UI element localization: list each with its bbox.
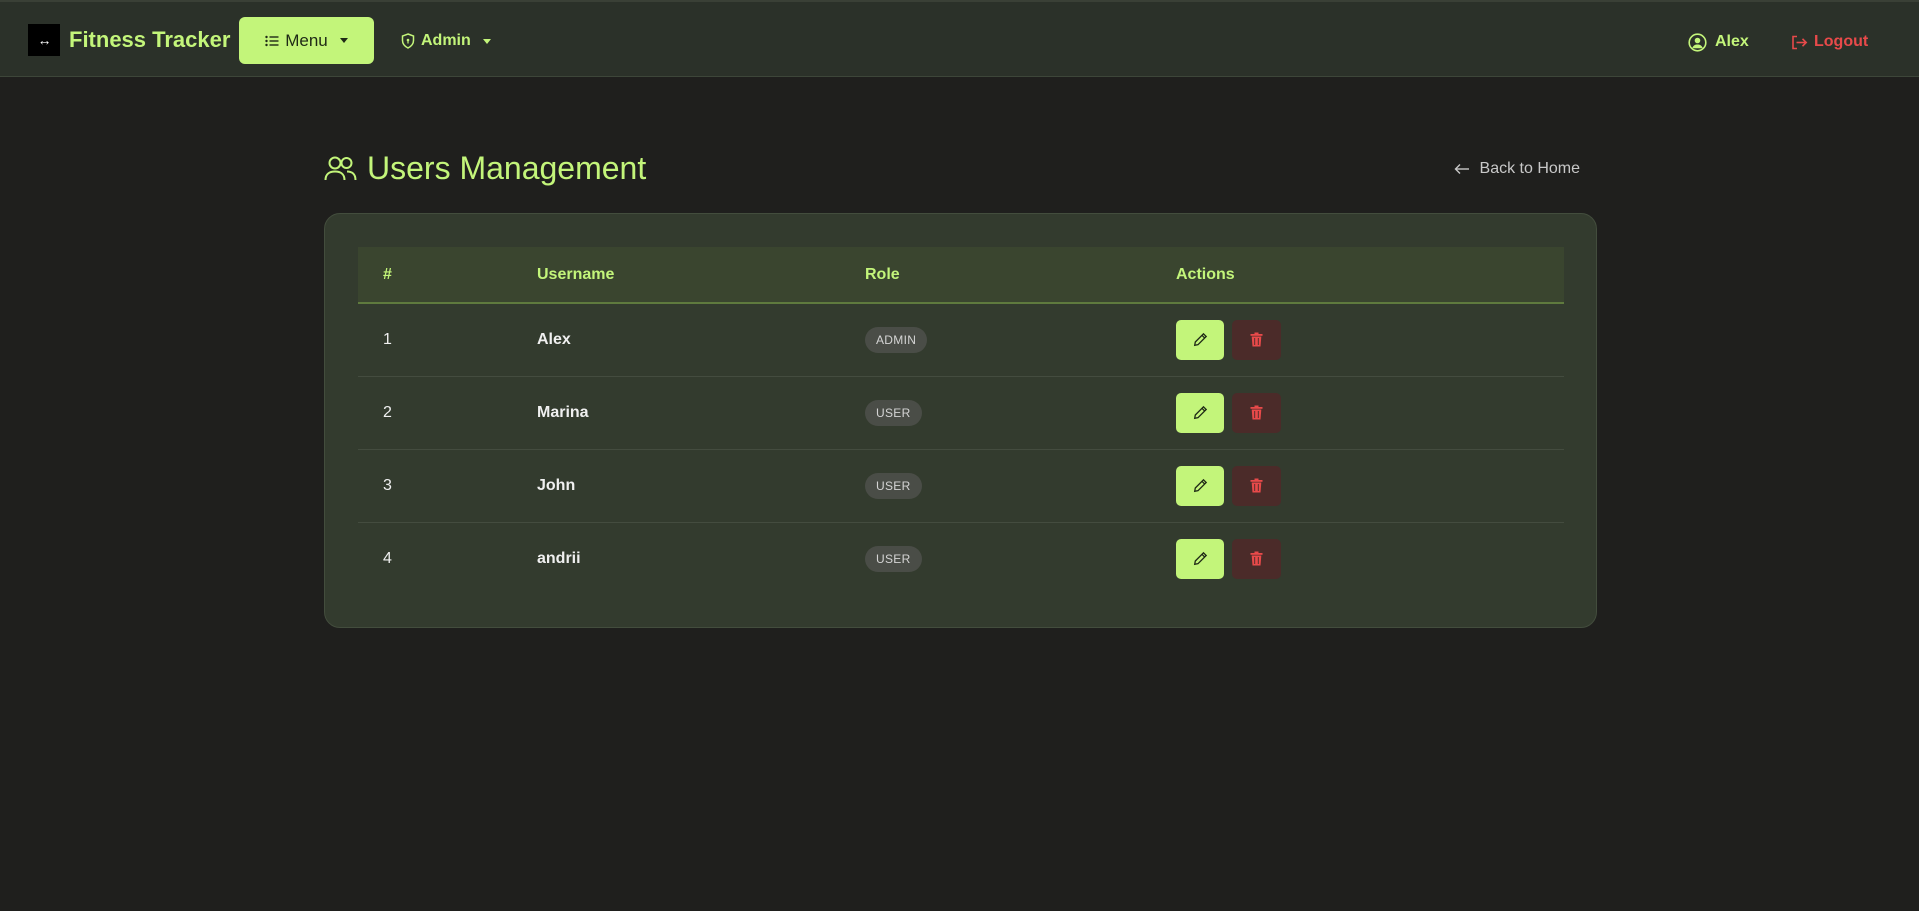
edit-user-button[interactable] (1176, 538, 1224, 579)
edit-user-button[interactable] (1176, 319, 1224, 360)
role-badge: USER (865, 545, 922, 572)
users-table: # Username Role Actions 1 Alex ADMIN 2 M… (358, 247, 1564, 595)
edit-user-button[interactable] (1176, 392, 1224, 433)
row-username: andrii (537, 549, 581, 567)
brand-link[interactable]: ↔ Fitness Tracker (28, 23, 230, 57)
trash-icon (1250, 551, 1263, 566)
edit-user-button[interactable] (1176, 465, 1224, 506)
column-header-actions: Actions (1176, 247, 1564, 304)
shield-icon (401, 33, 415, 49)
caret-down-icon (482, 38, 491, 44)
trash-icon (1250, 405, 1263, 420)
pencil-icon (1193, 478, 1207, 493)
table-row: 1 Alex ADMIN (358, 303, 1564, 377)
trash-icon (1250, 332, 1263, 347)
role-badge: USER (865, 472, 922, 499)
row-number: 3 (358, 449, 537, 523)
table-row: 3 John USER (358, 449, 1564, 523)
column-header-num: # (358, 247, 537, 304)
users-icon (324, 156, 357, 180)
row-username: Alex (537, 303, 865, 377)
table-header-row: # Username Role Actions (358, 247, 1564, 304)
users-card: # Username Role Actions 1 Alex ADMIN 2 M… (324, 213, 1597, 628)
delete-user-button[interactable] (1232, 392, 1281, 433)
dumbbell-icon: ↔ (28, 24, 60, 56)
logout-label: Logout (1814, 33, 1869, 50)
page-header: Users Management Back to Home (324, 150, 1596, 192)
table-row: 2 Marina USER (358, 376, 1564, 450)
delete-user-button[interactable] (1232, 319, 1281, 360)
list-icon (265, 35, 279, 46)
pencil-icon (1193, 405, 1207, 420)
page-title-text: Users Management (367, 150, 647, 186)
column-header-role: Role (865, 247, 1176, 304)
row-number: 4 (383, 549, 392, 567)
admin-label: Admin (421, 32, 471, 49)
user-name: Alex (1715, 33, 1749, 50)
trash-icon (1250, 478, 1263, 493)
row-username: John (537, 449, 865, 523)
delete-user-button[interactable] (1232, 538, 1281, 579)
logout-icon (1792, 35, 1808, 49)
back-label: Back to Home (1479, 160, 1580, 177)
arrow-left-icon (1454, 164, 1469, 174)
column-header-username: Username (537, 247, 865, 304)
delete-user-button[interactable] (1232, 465, 1281, 506)
row-number: 2 (358, 376, 537, 450)
pencil-icon (1193, 552, 1207, 566)
menu-label: Menu (285, 30, 328, 50)
pencil-icon (1193, 333, 1207, 347)
row-number: 1 (358, 303, 537, 377)
logout-link[interactable]: Logout (1791, 29, 1868, 55)
menu-button[interactable]: Menu (239, 17, 374, 64)
user-circle-icon (1688, 32, 1707, 52)
navbar: ↔ Fitness Tracker Menu Admin Alex Logout (0, 0, 1919, 77)
admin-dropdown[interactable]: Admin (401, 28, 491, 54)
table-row: 4 andrii USER (358, 522, 1564, 595)
row-username: Marina (537, 376, 865, 450)
caret-down-icon (339, 38, 348, 43)
page-title: Users Management (324, 150, 646, 187)
brand-name: Fitness Tracker (69, 27, 231, 52)
role-badge: ADMIN (865, 326, 928, 353)
back-to-home-link[interactable]: Back to Home (1454, 160, 1580, 178)
user-profile-link[interactable]: Alex (1688, 29, 1749, 55)
role-badge: USER (865, 399, 922, 426)
